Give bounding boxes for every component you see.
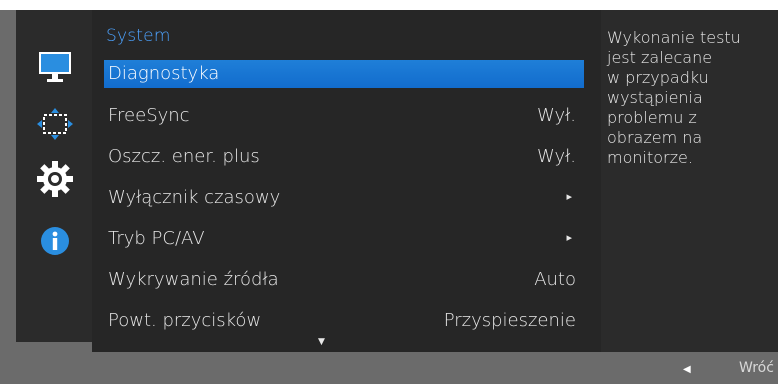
scroll-down-icon[interactable]: ▼	[318, 337, 325, 347]
info-icon[interactable]	[36, 222, 74, 260]
back-label[interactable]: Wróć	[739, 360, 774, 376]
info-line: obrazem na	[607, 128, 703, 147]
menu-item-value: Auto	[534, 269, 576, 290]
menu-item-freesync[interactable]: FreeSync Wył.	[104, 102, 584, 130]
menu-item-diagnostyka[interactable]: Diagnostyka	[104, 60, 584, 88]
menu-item-source-detection[interactable]: Wykrywanie źródła Auto	[104, 266, 584, 294]
system-menu: System Diagnostyka FreeSync Wył. Oszcz. …	[92, 10, 601, 352]
resize-arrows-icon[interactable]	[36, 105, 74, 143]
menu-title: System	[106, 26, 171, 46]
info-line: w przypadku	[607, 68, 709, 87]
menu-item-label: Diagnostyka	[108, 63, 220, 84]
menu-item-key-repeat[interactable]: Powt. przycisków Przyspieszenie	[104, 307, 584, 335]
menu-item-value: Przyspieszenie	[443, 310, 576, 331]
category-sidebar	[16, 10, 92, 342]
menu-item-label: Wykrywanie źródła	[108, 269, 279, 290]
menu-item-label: FreeSync	[108, 105, 190, 126]
top-border	[0, 0, 778, 10]
info-panel: Wykonanie testu jest zalecane w przypadk…	[601, 10, 778, 352]
menu-item-pc-av-mode[interactable]: Tryb PC/AV ▸	[104, 225, 584, 253]
footer-bar: ◀ Wróć	[0, 352, 778, 384]
submenu-arrow-icon: ▸	[566, 231, 572, 244]
info-line: jest zalecane	[607, 48, 713, 67]
menu-item-label: Powt. przycisków	[108, 310, 262, 331]
submenu-arrow-icon: ▸	[566, 190, 572, 203]
menu-item-value: Wył.	[537, 146, 576, 167]
info-line: Wykonanie testu	[607, 28, 741, 47]
gear-icon[interactable]	[36, 160, 74, 198]
menu-item-label: Wyłącznik czasowy	[108, 187, 281, 208]
menu-item-off-timer[interactable]: Wyłącznik czasowy ▸	[104, 184, 584, 212]
info-description: Wykonanie testu jest zalecane w przypadk…	[607, 28, 772, 168]
info-line: problemu z	[607, 108, 697, 127]
monitor-icon[interactable]	[36, 48, 74, 86]
back-arrow-icon[interactable]: ◀	[683, 364, 691, 375]
menu-item-value: Wył.	[537, 105, 576, 126]
menu-item-label: Tryb PC/AV	[108, 228, 205, 249]
menu-item-eco-saving[interactable]: Oszcz. ener. plus Wył.	[104, 143, 584, 171]
info-line: wystąpienia	[607, 88, 703, 107]
info-line: monitorze.	[607, 148, 693, 167]
menu-item-label: Oszcz. ener. plus	[108, 146, 260, 167]
